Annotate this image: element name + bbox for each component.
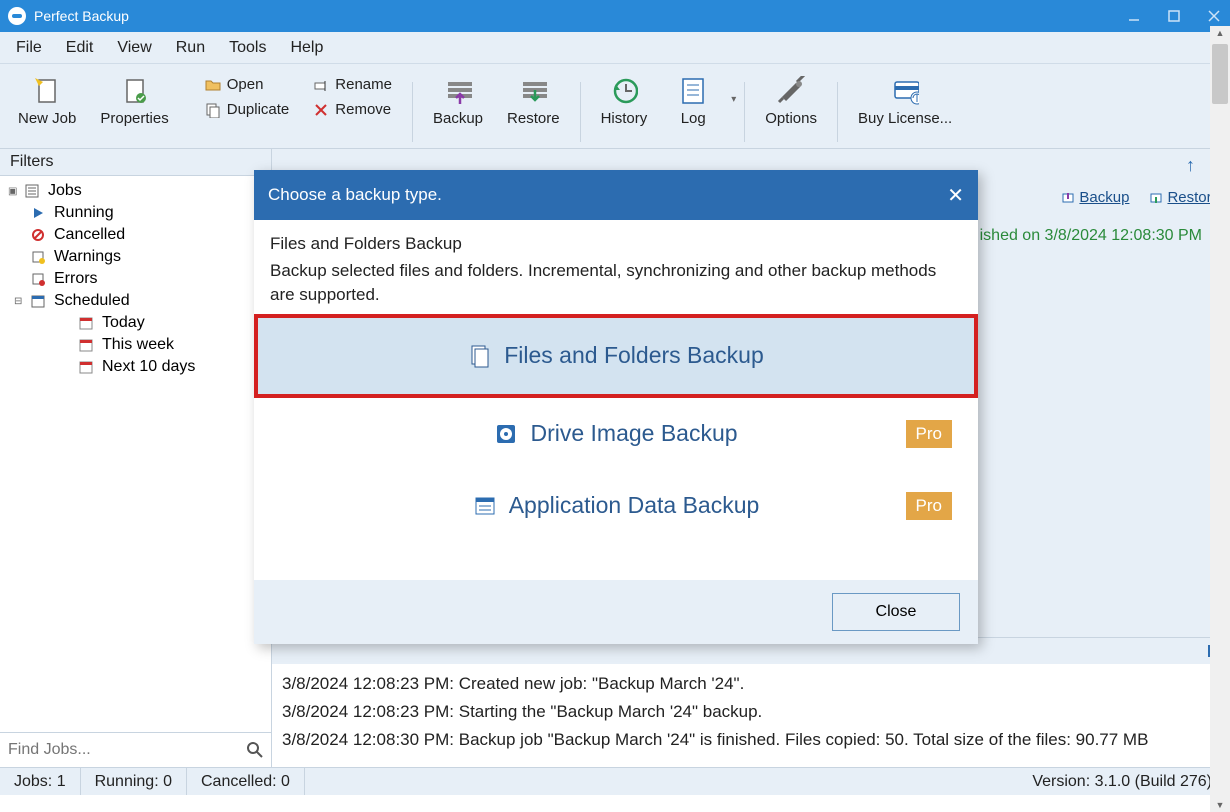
menu-edit[interactable]: Edit bbox=[56, 35, 104, 61]
option-files-folders[interactable]: Files and Folders Backup bbox=[254, 314, 978, 398]
buy-license-button[interactable]: Buy License... bbox=[846, 70, 964, 133]
dialog-close-button[interactable]: Close bbox=[832, 593, 960, 631]
tree-jobs[interactable]: ▣Jobs bbox=[0, 180, 271, 202]
tree-warnings[interactable]: Warnings bbox=[0, 246, 271, 268]
scroll-up-icon[interactable]: ▲ bbox=[1210, 28, 1230, 38]
scroll-down-icon[interactable]: ▼ bbox=[1210, 800, 1230, 810]
drive-icon bbox=[494, 422, 518, 446]
pro-badge: Pro bbox=[906, 492, 952, 520]
backup-type-dialog: Choose a backup type. ✕ Files and Folder… bbox=[254, 170, 978, 644]
maximize-button[interactable] bbox=[1166, 8, 1182, 24]
menu-run[interactable]: Run bbox=[166, 35, 215, 61]
dialog-title: Choose a backup type. bbox=[268, 185, 442, 205]
dialog-header: Choose a backup type. ✕ bbox=[254, 170, 978, 220]
backup-button[interactable]: Backup bbox=[421, 70, 495, 133]
job-backup-link[interactable]: Backup bbox=[1061, 189, 1129, 206]
nav-up-icon[interactable]: ↑ bbox=[1186, 155, 1195, 176]
options-button[interactable]: Options bbox=[753, 70, 829, 133]
open-button[interactable]: Open bbox=[201, 74, 294, 95]
restore-icon bbox=[519, 76, 547, 106]
properties-button[interactable]: Properties bbox=[88, 70, 180, 133]
options-icon bbox=[777, 76, 805, 106]
job-status: ished on 3/8/2024 12:08:30 PM bbox=[980, 227, 1202, 245]
sidebar: Filters ▣Jobs Running Cancelled Warnings… bbox=[0, 149, 272, 767]
folder-open-icon bbox=[205, 77, 221, 93]
errors-icon bbox=[30, 271, 46, 287]
dialog-close-icon[interactable]: ✕ bbox=[947, 183, 964, 208]
dialog-options: Files and Folders Backup Drive Image Bac… bbox=[254, 314, 978, 580]
tree-errors[interactable]: Errors bbox=[0, 268, 271, 290]
remove-icon bbox=[313, 102, 329, 118]
buy-icon bbox=[891, 76, 919, 106]
backup-icon bbox=[444, 76, 472, 106]
app-title: Perfect Backup bbox=[34, 8, 129, 24]
tree-cancelled[interactable]: Cancelled bbox=[0, 224, 271, 246]
calendar-icon bbox=[78, 315, 94, 331]
filters-tree: ▣Jobs Running Cancelled Warnings Errors … bbox=[0, 176, 271, 732]
log-icon bbox=[679, 76, 707, 106]
duplicate-button[interactable]: Duplicate bbox=[201, 99, 294, 120]
tree-running[interactable]: Running bbox=[0, 202, 271, 224]
calendar-icon bbox=[78, 337, 94, 353]
tree-next10[interactable]: Next 10 days bbox=[0, 356, 271, 378]
rename-icon bbox=[313, 77, 329, 93]
tree-today[interactable]: Today bbox=[0, 312, 271, 334]
duplicate-icon bbox=[205, 102, 221, 118]
menu-file[interactable]: File bbox=[6, 35, 52, 61]
minimize-button[interactable] bbox=[1126, 8, 1142, 24]
status-version: Version: 3.1.0 (Build 276) bbox=[1032, 773, 1230, 791]
search-input[interactable] bbox=[4, 737, 243, 763]
jobs-icon bbox=[24, 183, 40, 199]
window-controls bbox=[1126, 8, 1222, 24]
log-panel: 3/8/2024 12:08:23 PM: Created new job: "… bbox=[272, 637, 1230, 767]
properties-icon bbox=[121, 76, 149, 106]
search-row bbox=[0, 732, 271, 767]
menubar: File Edit View Run Tools Help bbox=[0, 32, 1230, 64]
titlebar: Perfect Backup bbox=[0, 0, 1230, 32]
option-drive-image[interactable]: Drive Image Backup Pro bbox=[254, 398, 978, 470]
appdata-icon bbox=[473, 494, 497, 518]
history-button[interactable]: History bbox=[589, 70, 660, 133]
statusbar: Jobs: 1 Running: 0 Cancelled: 0 Version:… bbox=[0, 767, 1230, 795]
log-line: 3/8/2024 12:08:23 PM: Starting the "Back… bbox=[282, 698, 1220, 726]
cancelled-icon bbox=[30, 227, 46, 243]
log-button[interactable]: Log bbox=[659, 70, 727, 133]
toolbar: New Job Properties Open Duplicate Rename… bbox=[0, 64, 1230, 149]
pro-badge: Pro bbox=[906, 420, 952, 448]
scheduled-icon bbox=[30, 293, 46, 309]
log-line: 3/8/2024 12:08:23 PM: Created new job: "… bbox=[282, 670, 1220, 698]
files-icon bbox=[468, 344, 492, 368]
history-icon bbox=[610, 76, 638, 106]
new-job-icon bbox=[33, 76, 61, 106]
close-button[interactable] bbox=[1206, 8, 1222, 24]
status-running: Running: 0 bbox=[81, 768, 187, 795]
warnings-icon bbox=[30, 249, 46, 265]
option-app-data[interactable]: Application Data Backup Pro bbox=[254, 470, 978, 542]
filters-header: Filters bbox=[0, 149, 271, 176]
menu-help[interactable]: Help bbox=[280, 35, 333, 61]
scroll-thumb[interactable] bbox=[1212, 44, 1228, 104]
log-line: 3/8/2024 12:08:30 PM: Backup job "Backup… bbox=[282, 726, 1220, 754]
running-icon bbox=[30, 205, 46, 221]
remove-button[interactable]: Remove bbox=[309, 99, 396, 120]
app-icon bbox=[8, 7, 26, 25]
menu-tools[interactable]: Tools bbox=[219, 35, 276, 61]
restore-button[interactable]: Restore bbox=[495, 70, 572, 133]
log-body[interactable]: 3/8/2024 12:08:23 PM: Created new job: "… bbox=[272, 664, 1230, 767]
search-icon[interactable] bbox=[243, 738, 267, 762]
dialog-description: Files and Folders Backup Backup selected… bbox=[254, 220, 978, 314]
new-job-button[interactable]: New Job bbox=[6, 70, 88, 133]
status-jobs: Jobs: 1 bbox=[0, 768, 81, 795]
tree-thisweek[interactable]: This week bbox=[0, 334, 271, 356]
status-cancelled: Cancelled: 0 bbox=[187, 768, 305, 795]
tree-scheduled[interactable]: ⊟Scheduled bbox=[0, 290, 271, 312]
menu-view[interactable]: View bbox=[107, 35, 161, 61]
log-dropdown-icon[interactable]: ▾ bbox=[731, 94, 736, 105]
rename-button[interactable]: Rename bbox=[309, 74, 396, 95]
calendar-icon bbox=[78, 359, 94, 375]
dialog-footer: Close bbox=[254, 580, 978, 644]
log-scrollbar[interactable]: ▲ ▼ bbox=[1210, 26, 1230, 812]
